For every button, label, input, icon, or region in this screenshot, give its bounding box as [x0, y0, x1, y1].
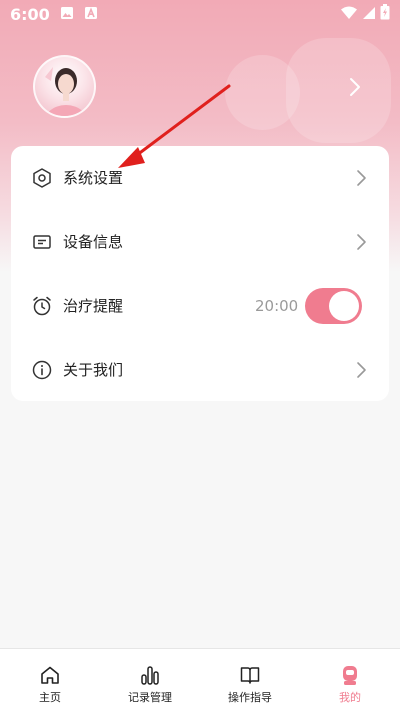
bottom-tab-bar: 主页 记录管理 操作指导 我的	[0, 648, 400, 711]
avatar[interactable]	[33, 55, 96, 118]
tab-records[interactable]: 记录管理	[100, 649, 200, 711]
tab-label: 记录管理	[128, 691, 172, 704]
battery-charging-icon	[380, 4, 390, 24]
wifi-icon	[340, 5, 358, 24]
info-circle-icon	[31, 359, 53, 381]
home-icon	[39, 664, 61, 686]
reminder-time[interactable]: 20:00	[255, 274, 298, 338]
tab-label: 操作指导	[228, 691, 272, 704]
alarm-clock-icon	[31, 295, 53, 317]
settings-item-label: 关于我们	[63, 361, 124, 379]
status-time: 6:00	[10, 4, 50, 24]
reminder-toggle[interactable]	[305, 288, 362, 324]
settings-item-label: 设备信息	[63, 233, 124, 251]
settings-item-treatment-reminder: 治疗提醒 20:00	[11, 274, 389, 338]
signal-icon	[362, 5, 376, 24]
book-icon	[239, 664, 261, 686]
font-a-icon	[84, 5, 98, 24]
settings-item-system-settings[interactable]: 系统设置	[11, 146, 389, 210]
tab-home[interactable]: 主页	[0, 649, 100, 711]
tab-label: 我的	[339, 691, 361, 704]
settings-item-label: 治疗提醒	[63, 297, 124, 315]
profile-chevron-icon[interactable]	[345, 75, 365, 99]
settings-item-device-info[interactable]: 设备信息	[11, 210, 389, 274]
profile-icon	[339, 664, 361, 686]
tab-guide[interactable]: 操作指导	[200, 649, 300, 711]
toggle-knob	[329, 291, 359, 321]
settings-card: 系统设置 设备信息 治疗提醒 20:00 关于我们	[11, 146, 389, 401]
settings-item-about-us[interactable]: 关于我们	[11, 338, 389, 402]
settings-item-label: 系统设置	[63, 169, 124, 187]
chevron-right-icon	[354, 232, 368, 252]
status-bar: 6:00	[0, 0, 400, 28]
chevron-right-icon	[354, 168, 368, 188]
bar-chart-icon	[139, 664, 161, 686]
chevron-right-icon	[354, 360, 368, 380]
device-info-icon	[31, 231, 53, 253]
tab-mine[interactable]: 我的	[300, 649, 400, 711]
tab-label: 主页	[39, 691, 61, 704]
header-decoration	[286, 38, 391, 143]
gallery-icon	[60, 5, 74, 24]
hexagon-settings-icon	[31, 167, 53, 189]
